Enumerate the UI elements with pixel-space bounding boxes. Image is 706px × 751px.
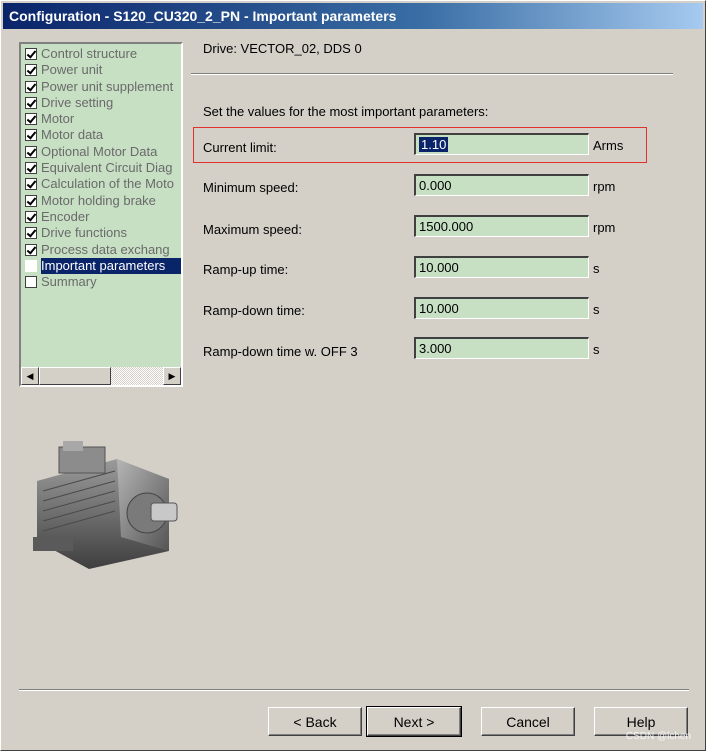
ramp-down-off3-unit: s xyxy=(593,342,600,357)
wizard-step-item[interactable]: Equivalent Circuit Diag xyxy=(23,160,181,176)
ramp-down-off3-field[interactable]: 3.000 xyxy=(414,337,589,359)
checked-checkbox-icon xyxy=(25,64,37,77)
unchecked-checkbox-icon xyxy=(25,259,37,272)
footer-separator xyxy=(19,689,689,691)
wizard-step-item[interactable]: Drive functions xyxy=(23,225,181,241)
minimum-speed-label: Minimum speed: xyxy=(203,180,299,195)
wizard-step-label: Power unit supplement xyxy=(41,78,174,94)
wizard-step-item[interactable]: Motor holding brake xyxy=(23,192,181,209)
maximum-speed-unit: rpm xyxy=(593,220,616,235)
ramp-up-time-field[interactable]: 10.000 xyxy=(414,256,589,278)
cancel-button[interactable]: Cancel xyxy=(481,707,575,736)
wizard-step-item[interactable]: Encoder xyxy=(23,208,181,225)
wizard-step-label: Drive setting xyxy=(41,94,114,110)
wizard-step-label: Process data exchang xyxy=(41,241,170,257)
watermark: CSDN @lchen xyxy=(625,731,691,742)
next-button[interactable]: Next > xyxy=(366,706,462,737)
minimum-speed-unit: rpm xyxy=(593,179,616,194)
drive-label: Drive: VECTOR_02, DDS 0 xyxy=(203,41,362,56)
scroll-left-button[interactable]: ◀ xyxy=(21,367,39,385)
scroll-right-button[interactable]: ▶ xyxy=(163,367,181,385)
current-limit-value: 1.10 xyxy=(419,137,449,152)
wizard-step-item[interactable]: Motor data xyxy=(23,127,181,143)
wizard-step-label: Drive functions xyxy=(41,225,127,241)
current-limit-unit: Arms xyxy=(593,138,624,153)
wizard-step-item[interactable]: Motor xyxy=(23,111,181,127)
checked-checkbox-icon xyxy=(25,243,37,256)
checked-checkbox-icon xyxy=(25,194,37,207)
checked-checkbox-icon xyxy=(25,129,37,142)
wizard-step-item[interactable]: Power unit supplement xyxy=(23,78,181,95)
wizard-step-item[interactable]: Power unit xyxy=(23,62,181,78)
checked-checkbox-icon xyxy=(25,178,37,191)
checked-checkbox-icon xyxy=(25,113,37,126)
wizard-step-item[interactable]: Calculation of the Moto xyxy=(23,176,181,192)
ramp-down-time-label: Ramp-down time: xyxy=(203,303,305,318)
unchecked-checkbox-icon xyxy=(25,276,37,289)
checked-checkbox-icon xyxy=(25,227,37,240)
checked-checkbox-icon xyxy=(25,80,37,93)
wizard-step-label: Power unit xyxy=(41,62,103,78)
ramp-up-time-unit: s xyxy=(593,261,600,276)
wizard-step-label: Important parameters xyxy=(41,257,181,274)
instruction-text: Set the values for the most important pa… xyxy=(203,104,489,119)
current-limit-label: Current limit: xyxy=(203,140,277,155)
checked-checkbox-icon xyxy=(25,145,37,158)
checked-checkbox-icon xyxy=(25,162,37,175)
configuration-window: Configuration - S120_CU320_2_PN - Import… xyxy=(0,0,706,751)
wizard-step-label: Summary xyxy=(41,274,97,290)
header-separator xyxy=(191,73,673,75)
horizontal-scrollbar[interactable]: ◀ ▶ xyxy=(21,367,181,385)
minimum-speed-field[interactable]: 0.000 xyxy=(414,174,589,196)
ramp-down-time-unit: s xyxy=(593,302,600,317)
wizard-step-label: Calculation of the Moto xyxy=(41,176,174,192)
wizard-step-item[interactable]: Important parameters xyxy=(23,257,181,274)
checked-checkbox-icon xyxy=(25,48,37,60)
window-title: Configuration - S120_CU320_2_PN - Import… xyxy=(3,3,703,29)
wizard-step-list: Control structure Power unit Power unit su… xyxy=(23,46,181,290)
ramp-down-off3-label: Ramp-down time w. OFF 3 xyxy=(203,344,358,359)
ramp-down-time-field[interactable]: 10.000 xyxy=(414,297,589,319)
wizard-step-item[interactable]: Control structure xyxy=(23,46,181,62)
wizard-step-tree[interactable]: Control structure Power unit Power unit su… xyxy=(19,42,183,387)
wizard-step-item[interactable]: Process data exchang xyxy=(23,241,181,258)
checked-checkbox-icon xyxy=(25,96,37,109)
wizard-step-label: Motor data xyxy=(41,127,104,143)
wizard-step-label: Control structure xyxy=(41,46,138,61)
ramp-up-time-label: Ramp-up time: xyxy=(203,262,289,277)
wizard-step-label: Optional Motor Data xyxy=(41,143,158,159)
maximum-speed-field[interactable]: 1500.000 xyxy=(414,215,589,237)
wizard-step-item[interactable]: Summary xyxy=(23,274,181,290)
wizard-step-item[interactable]: Optional Motor Data xyxy=(23,143,181,160)
checked-checkbox-icon xyxy=(25,210,37,223)
wizard-step-label: Encoder xyxy=(41,208,90,224)
wizard-step-item[interactable]: Drive setting xyxy=(23,94,181,111)
back-button[interactable]: < Back xyxy=(268,707,362,736)
wizard-step-label: Motor holding brake xyxy=(41,192,156,208)
wizard-step-label: Equivalent Circuit Diag xyxy=(41,160,173,176)
wizard-step-label: Motor xyxy=(41,111,75,127)
current-limit-field[interactable]: 1.10 xyxy=(414,133,589,155)
motor-image xyxy=(33,441,178,569)
scroll-thumb[interactable] xyxy=(39,367,111,385)
maximum-speed-label: Maximum speed: xyxy=(203,222,302,237)
